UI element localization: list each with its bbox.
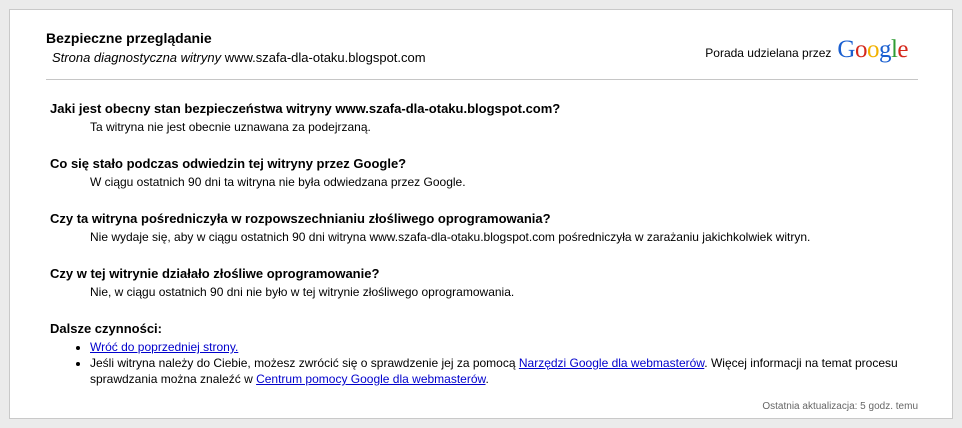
list-item: Jeśli witryna należy do Ciebie, możesz z… [90, 355, 922, 387]
webmaster-text-3: . [485, 372, 489, 386]
webmaster-help-center-link[interactable]: Centrum pomocy Google dla webmasterów [256, 372, 485, 386]
subtitle-site: www.szafa-dla-otaku.blogspot.com [224, 50, 426, 65]
question-google-visits: Co się stało podczas odwiedzin tej witry… [50, 156, 407, 171]
logo-letter: o [854, 36, 868, 63]
answer-malware-distribution: Nie wydaje się, aby w ciągu ostatnich 90… [90, 230, 811, 244]
section-malware-hosting: Czy w tej witrynie działało złośliwe opr… [50, 265, 922, 301]
diagnostic-panel: Bezpieczne przeglądanie Strona diagnosty… [9, 9, 953, 419]
page-header: Bezpieczne przeglądanie Strona diagnosty… [46, 30, 916, 80]
back-link[interactable]: Wróć do poprzedniej strony. [90, 340, 238, 354]
advisory-text: Porada udzielana przez [705, 46, 832, 60]
diagnostic-content: Jaki jest obecny stan bezpieczeństwa wit… [50, 100, 922, 387]
logo-letter: o [866, 36, 880, 63]
section-malware-distribution: Czy ta witryna pośredniczyła w rozpowsze… [50, 210, 922, 246]
question-malware-distribution: Czy ta witryna pośredniczyła w rozpowsze… [50, 211, 551, 226]
question-current-status: Jaki jest obecny stan bezpieczeństwa wit… [50, 101, 561, 116]
next-steps-list: Wróć do poprzedniej strony. Jeśli witryn… [50, 339, 922, 387]
header-divider [46, 79, 918, 80]
google-logo: Google [837, 36, 908, 64]
subtitle-label: Strona diagnostyczna witryny [52, 50, 222, 65]
answer-google-visits: W ciągu ostatnich 90 dni ta witryna nie … [90, 175, 466, 189]
logo-letter: e [897, 36, 908, 63]
advisory-provider: Porada udzielana przez Google [705, 36, 908, 64]
webmaster-tools-link[interactable]: Narzędzi Google dla webmasterów [519, 356, 704, 370]
last-update: Ostatnia aktualizacja: 5 godz. temu [762, 401, 918, 412]
section-current-status: Jaki jest obecny stan bezpieczeństwa wit… [50, 100, 922, 136]
question-malware-hosting: Czy w tej witrynie działało złośliwe opr… [50, 266, 380, 281]
logo-letter: g [878, 36, 892, 63]
webmaster-text-1: Jeśli witryna należy do Ciebie, możesz z… [90, 356, 519, 370]
section-google-visits: Co się stało podczas odwiedzin tej witry… [50, 155, 922, 191]
answer-current-status: Ta witryna nie jest obecnie uznawana za … [90, 120, 371, 134]
page-subtitle: Strona diagnostyczna witryny www.szafa-d… [52, 50, 426, 65]
next-steps-heading: Dalsze czynności: [50, 321, 162, 336]
page-title: Bezpieczne przeglądanie [46, 30, 212, 46]
section-next-steps: Dalsze czynności: Wróć do poprzedniej st… [50, 320, 922, 387]
logo-letter: G [837, 36, 855, 63]
answer-malware-hosting: Nie, w ciągu ostatnich 90 dni nie było w… [90, 285, 515, 299]
list-item: Wróć do poprzedniej strony. [90, 339, 922, 355]
